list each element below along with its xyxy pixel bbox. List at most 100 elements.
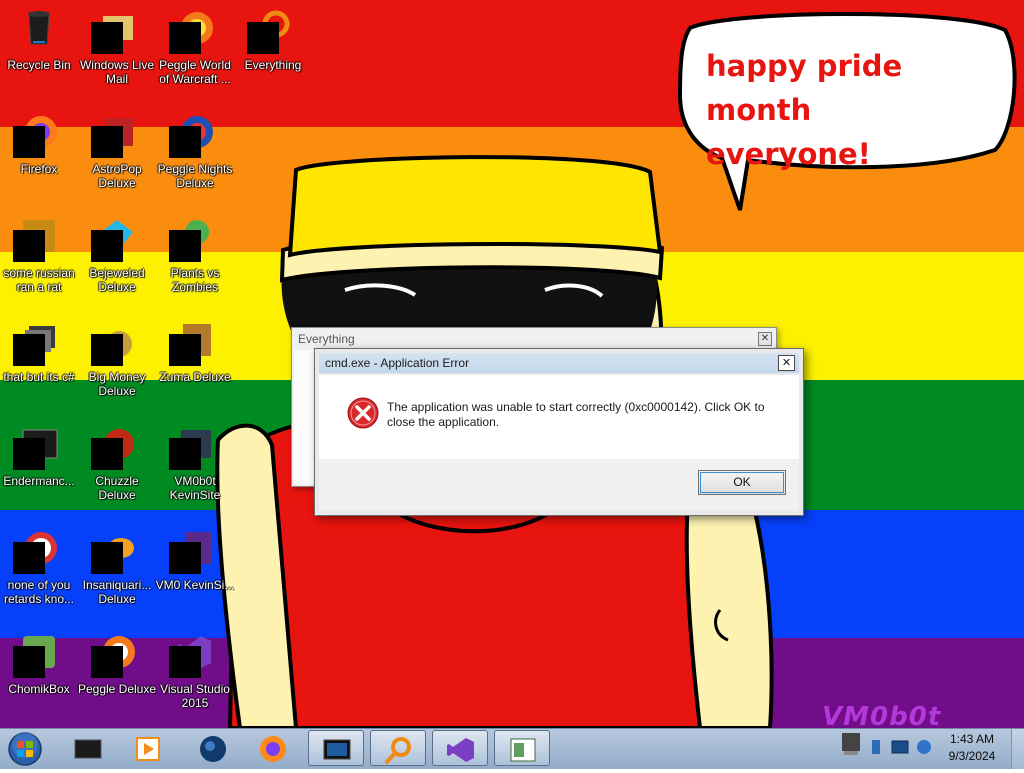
taskbar-clock[interactable]: 1:43 AM 9/3/2024 bbox=[940, 731, 1004, 767]
desktop-icon-peggle-world-of-warcraft[interactable]: Peggle World of Warcraft ... bbox=[155, 0, 235, 96]
desktop-icon-chomikbox[interactable]: ChomikBox bbox=[0, 624, 79, 720]
taskbar-button-media-player[interactable] bbox=[120, 730, 176, 766]
taskbar-button-cmd[interactable] bbox=[60, 730, 116, 766]
desktop-icon-insaniquarium-deluxe[interactable]: Insaniquari... Deluxe bbox=[77, 520, 157, 616]
desktop-icon-vm0b0t-kevinsite[interactable]: VM0b0t KevinSite bbox=[155, 416, 235, 512]
everything-close-button[interactable]: ✕ bbox=[758, 332, 772, 346]
redaction-box bbox=[169, 126, 201, 158]
desktop-icon-label: Visual Studio 2015 bbox=[160, 682, 230, 710]
taskbar-button-monitor[interactable] bbox=[308, 730, 364, 766]
desktop-icon-label: Peggle Deluxe bbox=[77, 682, 157, 696]
desktop-icon-label: some russian ran a rat bbox=[3, 266, 75, 294]
desktop-icon-label: Insaniquari... Deluxe bbox=[82, 578, 152, 606]
error-message: The application was unable to start corr… bbox=[387, 400, 765, 429]
error-dialog-titlebar[interactable]: cmd.exe - Application Error ✕ bbox=[319, 353, 799, 373]
globe-icon bbox=[200, 736, 226, 762]
desktop-icon-chuzzle-deluxe[interactable]: Chuzzle Deluxe bbox=[77, 416, 157, 512]
desktop-icon-label: Plants vs Zombies bbox=[170, 266, 220, 294]
desktop-icon-zuma-deluxe[interactable]: Zuma Deluxe bbox=[155, 312, 235, 408]
redaction-box bbox=[13, 646, 45, 678]
redaction-box bbox=[91, 230, 123, 262]
redaction-box bbox=[13, 230, 45, 262]
error-icon bbox=[347, 397, 379, 429]
media-player-icon bbox=[136, 737, 160, 761]
redaction-box bbox=[91, 542, 123, 574]
desktop-icon-label: Windows Live Mail bbox=[79, 58, 155, 86]
redaction-box bbox=[247, 22, 279, 54]
speech-bubble-line: everyone! bbox=[706, 137, 871, 171]
speech-bubble-text: happy pride month everyone! bbox=[706, 44, 996, 176]
tray-network-icon bbox=[891, 740, 909, 754]
monitor-icon bbox=[323, 739, 351, 760]
firefox-icon bbox=[260, 736, 286, 762]
clock-time: 1:43 AM bbox=[949, 732, 995, 746]
taskbar-button-globe[interactable] bbox=[185, 730, 241, 766]
desktop-icon-label: that but its c# bbox=[3, 370, 75, 384]
speech-bubble-line: happy pride month bbox=[706, 49, 903, 127]
tray-update-icon bbox=[917, 740, 931, 754]
redaction-box bbox=[169, 230, 201, 262]
desktop-icon-everything[interactable]: Everything bbox=[233, 0, 313, 96]
redaction-box bbox=[13, 334, 45, 366]
desktop-icon-bejeweled-deluxe[interactable]: Bejeweled Deluxe bbox=[77, 208, 157, 304]
desktop-icon-peggle-deluxe[interactable]: Peggle Deluxe bbox=[77, 624, 157, 720]
desktop-icon-label: Bejeweled Deluxe bbox=[89, 266, 145, 294]
desktop-icon-some-russian-ran-a-rat[interactable]: some russian ran a rat bbox=[0, 208, 79, 304]
redaction-box bbox=[91, 438, 123, 470]
desktop-icon-big-money-deluxe[interactable]: Big Money Deluxe bbox=[77, 312, 157, 408]
desktop-icon-label: Everything bbox=[244, 58, 302, 72]
desktop-icon-astropop-deluxe[interactable]: AstroPop Deluxe bbox=[77, 104, 157, 200]
desktop-icon-label: Recycle Bin bbox=[7, 58, 71, 72]
desktop-icon-label: Firefox bbox=[20, 162, 58, 176]
desktop-icon-windows-live-mail[interactable]: Windows Live Mail bbox=[77, 0, 157, 96]
desktop-icon-label: Peggle Nights Deluxe bbox=[157, 162, 233, 190]
taskbar-button-window-app[interactable] bbox=[494, 730, 550, 766]
start-button[interactable] bbox=[6, 731, 44, 767]
desktop-icon-label: AstroPop Deluxe bbox=[92, 162, 142, 190]
show-desktop-button[interactable] bbox=[1011, 729, 1024, 769]
desktop-icon-label: VM0b0t KevinSite bbox=[169, 474, 221, 502]
desktop[interactable]: happy pride month everyone! VM0b0t Recyc… bbox=[0, 0, 1024, 728]
redaction-box bbox=[169, 542, 201, 574]
everything-search-icon bbox=[385, 737, 411, 764]
desktop-icon-label: none of you retards kno... bbox=[3, 578, 75, 606]
taskbar-button-everything[interactable] bbox=[370, 730, 426, 766]
desktop-icon-that-but-its-csharp[interactable]: that but its c# bbox=[0, 312, 79, 408]
taskbar: 1:43 AM 9/3/2024 bbox=[0, 728, 1024, 769]
desktop-icon-vm0-kevinsite[interactable]: VM0 KevinSi... bbox=[155, 520, 235, 616]
taskbar-button-visual-studio[interactable] bbox=[432, 730, 488, 766]
tray-volume-icon bbox=[872, 740, 880, 754]
desktop-icon-recycle-bin[interactable]: Recycle Bin bbox=[0, 0, 79, 96]
wallpaper-watermark: VM0b0t bbox=[822, 702, 942, 728]
recycle-bin-icon bbox=[28, 11, 50, 45]
desktop-icon-none-of-you[interactable]: none of you retards kno... bbox=[0, 520, 79, 616]
visual-studio-icon bbox=[447, 738, 474, 762]
error-dialog-title: cmd.exe - Application Error bbox=[325, 356, 470, 370]
redaction-box bbox=[91, 646, 123, 678]
ok-button[interactable]: OK bbox=[698, 470, 786, 495]
close-button[interactable]: ✕ bbox=[778, 355, 795, 371]
taskbar-button-firefox[interactable] bbox=[245, 730, 301, 766]
desktop-icon-endermanc[interactable]: Endermanc... bbox=[0, 416, 79, 512]
redaction-box bbox=[91, 126, 123, 158]
desktop-icon-firefox[interactable]: Firefox bbox=[0, 104, 79, 200]
system-tray bbox=[840, 729, 940, 769]
desktop-icon-label: ChomikBox bbox=[8, 682, 70, 696]
clock-date: 9/3/2024 bbox=[948, 749, 996, 763]
redaction-box bbox=[169, 438, 201, 470]
redaction-box bbox=[169, 22, 201, 54]
desktop-icon-peggle-nights-deluxe[interactable]: Peggle Nights Deluxe bbox=[155, 104, 235, 200]
redaction-box bbox=[91, 334, 123, 366]
desktop-icon-label: Endermanc... bbox=[3, 474, 75, 488]
tray-icons bbox=[842, 733, 931, 755]
desktop-icon-plants-vs-zombies[interactable]: Plants vs Zombies bbox=[155, 208, 235, 304]
cmd-icon bbox=[74, 739, 102, 759]
desktop-icon-visual-studio-2015[interactable]: Visual Studio 2015 bbox=[155, 624, 235, 720]
error-dialog[interactable]: cmd.exe - Application Error ✕ The applic… bbox=[314, 348, 804, 516]
everything-window-title: Everything bbox=[298, 332, 355, 346]
redaction-box bbox=[13, 438, 45, 470]
desktop-icon-label: Peggle World of Warcraft ... bbox=[159, 58, 231, 86]
redaction-box bbox=[91, 22, 123, 54]
error-dialog-content: The application was unable to start corr… bbox=[319, 375, 799, 459]
desktop-icon-label: Zuma Deluxe bbox=[159, 370, 231, 384]
